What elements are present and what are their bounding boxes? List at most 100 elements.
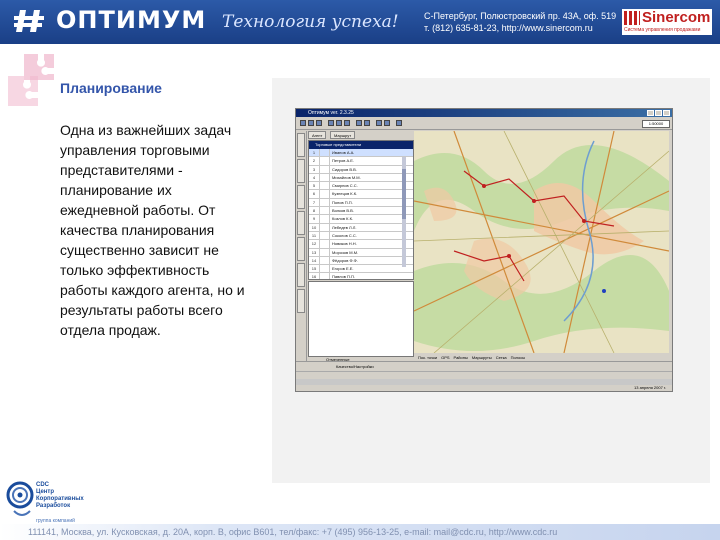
tab-agent[interactable]: Агент xyxy=(308,131,327,139)
row-checkbox[interactable] xyxy=(320,215,330,223)
row-checkbox[interactable] xyxy=(320,207,330,215)
zoom-out-icon[interactable] xyxy=(336,120,342,126)
open-icon[interactable] xyxy=(300,120,306,126)
zoom-in-icon[interactable] xyxy=(328,120,334,126)
table-row[interactable]: 5 Смирнов С.С. xyxy=(309,182,413,191)
app-window: Оптимум ver. 2.3.25 1:50000 Агент Маршру… xyxy=(295,108,673,392)
vtab-1[interactable] xyxy=(297,133,305,157)
row-checkbox[interactable] xyxy=(320,173,330,182)
row-name: Фёдоров Ф.Ф. xyxy=(332,257,358,263)
row-number: 12 xyxy=(309,240,320,248)
details-panel xyxy=(308,281,414,357)
row-checkbox[interactable] xyxy=(320,248,330,256)
row-checkbox[interactable] xyxy=(320,165,330,173)
sinercom-logo-icon xyxy=(624,11,640,25)
table-row[interactable]: 13 Морозов М.М. xyxy=(309,248,413,257)
list-header: Торговые представители xyxy=(309,141,413,149)
measure-icon[interactable] xyxy=(396,120,402,126)
row-number: 10 xyxy=(309,223,320,231)
table-row[interactable]: 4 Михайлов М.М. xyxy=(309,173,413,183)
vtab-7[interactable] xyxy=(297,289,305,313)
slogan: Технология успеха! xyxy=(222,12,399,32)
table-row[interactable]: 2 Петров А.Е. xyxy=(309,157,413,166)
table-row[interactable]: 6 Кузнецов К.К. xyxy=(309,190,413,199)
agents-list: Торговые представители 1 Иванов А.А. 2 Петр… xyxy=(308,140,414,280)
table-row[interactable]: 3 Сидоров В.В. xyxy=(309,165,413,174)
list-tabs: Агент Маршрут xyxy=(308,131,412,139)
minimize-icon[interactable] xyxy=(647,110,654,116)
row-name: Попов П.П. xyxy=(332,199,353,205)
row-number: 1 xyxy=(309,149,320,157)
row-number: 4 xyxy=(309,173,320,182)
sinercom-subtitle: Система управления продажами xyxy=(624,27,701,33)
tab-route[interactable]: Маршрут xyxy=(330,131,356,139)
vtab-2[interactable] xyxy=(297,159,305,183)
row-checkbox[interactable] xyxy=(320,265,330,273)
route-icon[interactable] xyxy=(364,120,370,126)
row-name: Сидоров В.В. xyxy=(332,166,357,172)
row-checkbox[interactable] xyxy=(320,149,330,157)
row-checkbox[interactable] xyxy=(320,223,330,231)
hand-icon[interactable] xyxy=(344,120,350,126)
header-contact: С-Петербург, Полюстровский пр. 43А, оф. … xyxy=(424,10,616,34)
bottom-bar: Качество/Настройки xyxy=(296,361,672,371)
row-name: Волков В.В. xyxy=(332,208,354,214)
map-view[interactable] xyxy=(414,131,669,353)
sinercom-name: Sinercom xyxy=(642,9,711,26)
close-icon[interactable] xyxy=(663,110,670,116)
table-row[interactable]: 1 Иванов А.А. xyxy=(309,149,413,158)
cdc-line-3: Разработок xyxy=(36,503,71,509)
row-checkbox[interactable] xyxy=(320,157,330,165)
row-name: Егоров Е.Е. xyxy=(332,266,354,272)
table-row[interactable]: 14 Фёдоров Ф.Ф. xyxy=(309,256,413,266)
vtab-4[interactable] xyxy=(297,211,305,235)
table-row[interactable]: 7 Попов П.П. xyxy=(309,198,413,208)
table-row[interactable]: 11 Соколов С.С. xyxy=(309,231,413,241)
brand-name: ОПТИМУМ xyxy=(56,6,207,34)
row-name: Лебедев Л.Л. xyxy=(332,224,357,230)
vtab-3[interactable] xyxy=(297,185,305,209)
agent-icon[interactable] xyxy=(376,120,382,126)
row-number: 11 xyxy=(309,231,320,240)
list-scroll-thumb[interactable] xyxy=(402,169,406,219)
footer-address: 111141, Москва, ул. Кусковская, д. 20А, … xyxy=(28,527,558,537)
row-checkbox[interactable] xyxy=(320,256,330,265)
slide-title: Планирование xyxy=(60,80,162,96)
table-row[interactable]: 16 Павлов П.П. xyxy=(309,273,413,279)
row-checkbox[interactable] xyxy=(320,273,330,279)
maximize-icon[interactable] xyxy=(655,110,662,116)
vtab-5[interactable] xyxy=(297,237,305,261)
table-row[interactable]: 8 Волков В.В. xyxy=(309,207,413,216)
row-number: 7 xyxy=(309,198,320,207)
row-number: 5 xyxy=(309,182,320,190)
row-checkbox[interactable] xyxy=(320,182,330,190)
puzzle-decoration-icon xyxy=(8,54,54,106)
table-row[interactable]: 9 Козлов К.К. xyxy=(309,215,413,224)
list-rows: 1 Иванов А.А. 2 Петров А.Е. 3 Сидоров В.В. 4 Ми… xyxy=(309,149,413,279)
date-label: 13 апреля 2007 г. xyxy=(296,385,672,391)
slide-body: Одна из важнейших задач управления торго… xyxy=(60,122,245,338)
print-icon[interactable] xyxy=(316,120,322,126)
row-checkbox[interactable] xyxy=(320,231,330,240)
table-row[interactable]: 10 Лебедев Л.Л. xyxy=(309,223,413,232)
row-name: Морозов М.М. xyxy=(332,249,359,255)
row-number: 13 xyxy=(309,248,320,256)
point-icon[interactable] xyxy=(384,120,390,126)
table-row[interactable]: 12 Новиков Н.Н. xyxy=(309,240,413,249)
row-name: Иванов А.А. xyxy=(332,150,355,155)
row-number: 2 xyxy=(309,157,320,165)
window-controls xyxy=(647,110,670,116)
vtab-6[interactable] xyxy=(297,263,305,287)
row-checkbox[interactable] xyxy=(320,240,330,248)
row-checkbox[interactable] xyxy=(320,198,330,207)
contact-line-phone: т. (812) 635-81-23, http://www.sinercom.… xyxy=(424,23,593,33)
row-number: 15 xyxy=(309,265,320,273)
zoom-select[interactable]: 1:50000 xyxy=(642,120,670,128)
row-checkbox[interactable] xyxy=(320,190,330,198)
cdc-title: CDC xyxy=(36,482,49,488)
select-icon[interactable] xyxy=(356,120,362,126)
save-icon[interactable] xyxy=(308,120,314,126)
table-row[interactable]: 15 Егоров Е.Е. xyxy=(309,265,413,274)
row-number: 9 xyxy=(309,215,320,223)
window-titlebar: Оптимум ver. 2.3.25 xyxy=(296,109,672,117)
